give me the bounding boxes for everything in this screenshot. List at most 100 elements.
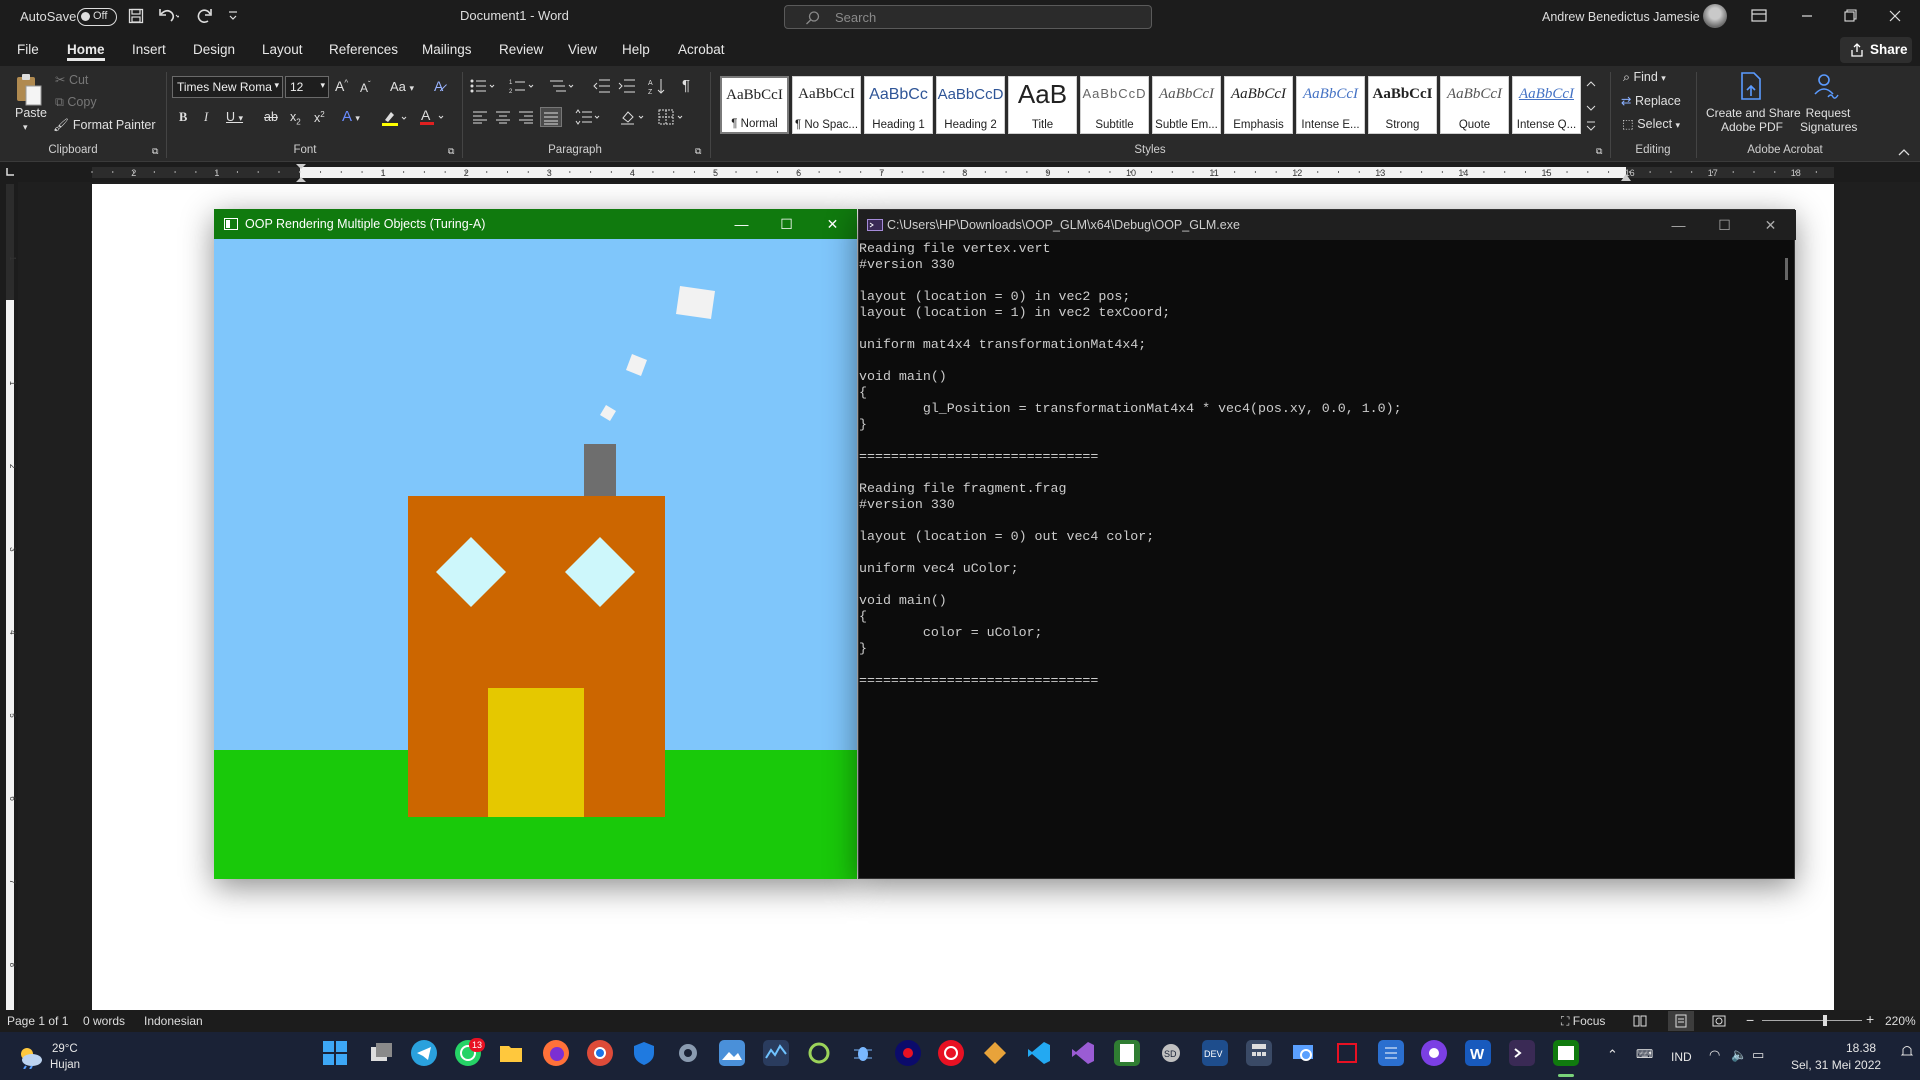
performance-monitor-icon[interactable]: [763, 1040, 789, 1066]
console-titlebar[interactable]: C:\Users\HP\Downloads\OOP_GLM\x64\Debug\…: [859, 210, 1796, 240]
tab-view[interactable]: View: [568, 42, 597, 57]
numbering-icon[interactable]: 12: [509, 78, 537, 94]
weather-desc[interactable]: Hujan: [50, 1059, 80, 1071]
settings-icon[interactable]: [675, 1040, 701, 1066]
app-orb-icon[interactable]: [895, 1040, 921, 1066]
opengl-task-icon[interactable]: [1553, 1040, 1579, 1066]
change-case-button[interactable]: Aa ▾: [390, 79, 414, 94]
notepad-icon[interactable]: [1378, 1040, 1404, 1066]
underline-icon[interactable]: U ▾: [226, 110, 243, 124]
chrome-icon[interactable]: [587, 1040, 613, 1066]
indent-marker-icon[interactable]: [296, 164, 306, 182]
superscript-icon[interactable]: x2: [314, 110, 325, 125]
weather-icon[interactable]: [16, 1043, 44, 1069]
tab-references[interactable]: References: [329, 42, 398, 57]
photos-icon[interactable]: [719, 1040, 745, 1066]
redo-icon[interactable]: [196, 7, 214, 25]
tab-mailings[interactable]: Mailings: [422, 42, 472, 57]
autosave-toggle[interactable]: Off: [77, 8, 117, 26]
tab-design[interactable]: Design: [193, 42, 235, 57]
volume-icon[interactable]: 🔈: [1731, 1047, 1747, 1063]
recorder-icon[interactable]: [938, 1040, 964, 1066]
style-subtitle[interactable]: AaBbCcD Subtitle: [1080, 76, 1149, 134]
git-icon[interactable]: [982, 1040, 1008, 1066]
font-size-field[interactable]: 12 ▾: [285, 76, 329, 98]
input-language[interactable]: IND: [1671, 1050, 1692, 1064]
gl-maximize-icon[interactable]: ☐: [764, 209, 809, 239]
font-launcher-icon[interactable]: ⧉: [448, 146, 454, 157]
read-mode-icon[interactable]: [1633, 1014, 1647, 1028]
console-output[interactable]: Reading file vertex.vert #version 330 layo…: [859, 240, 1779, 878]
show-formatting-icon[interactable]: ¶: [682, 77, 690, 94]
style-intense-quote[interactable]: AaBbCcI Intense Q...: [1512, 76, 1581, 134]
create-share-pdf-button[interactable]: Create and Share Adobe PDF: [1706, 106, 1801, 134]
clear-formatting-icon[interactable]: A̷: [434, 78, 443, 94]
wifi-icon[interactable]: ◠: [1709, 1047, 1720, 1063]
gl-minimize-icon[interactable]: —: [719, 209, 764, 239]
create-pdf-icon[interactable]: [1738, 72, 1764, 100]
word-count[interactable]: 0 words: [83, 1014, 125, 1028]
font-color-icon[interactable]: A: [419, 108, 447, 126]
shrink-font-icon[interactable]: Aˇ: [360, 80, 371, 95]
zoom-out-icon[interactable]: −: [1746, 1012, 1754, 1028]
copy-button[interactable]: ⧉ Copy: [55, 95, 97, 110]
zoom-in-icon[interactable]: +: [1866, 1011, 1874, 1027]
tab-acrobat[interactable]: Acrobat: [678, 42, 725, 57]
zoom-level[interactable]: 220%: [1885, 1014, 1916, 1028]
github-icon[interactable]: [1421, 1040, 1447, 1066]
italic-icon[interactable]: I: [204, 110, 208, 125]
console-task-icon[interactable]: [1509, 1040, 1535, 1066]
keyboard-icon[interactable]: ⌨: [1636, 1047, 1653, 1061]
paragraph-launcher-icon[interactable]: ⧉: [695, 146, 701, 157]
search-app-icon[interactable]: [1290, 1040, 1316, 1066]
zoom-slider[interactable]: [1762, 1020, 1862, 1021]
paste-label[interactable]: Paste: [15, 106, 47, 120]
print-layout-icon[interactable]: [1668, 1011, 1694, 1031]
console-close-icon[interactable]: ✕: [1748, 210, 1793, 240]
bold-icon[interactable]: B: [179, 110, 187, 125]
shading-icon[interactable]: [620, 109, 648, 125]
multilevel-list-icon[interactable]: [549, 78, 577, 94]
tab-insert[interactable]: Insert: [132, 42, 166, 57]
console-maximize-icon[interactable]: ☐: [1702, 210, 1747, 240]
console-window[interactable]: C:\Users\HP\Downloads\OOP_GLM\x64\Debug\…: [858, 209, 1796, 879]
opengl-window-titlebar[interactable]: OOP Rendering Multiple Objects (Turing-A…: [214, 209, 857, 239]
restore-icon[interactable]: [1843, 8, 1857, 24]
undo-icon[interactable]: [157, 7, 179, 25]
firefox-icon[interactable]: [543, 1040, 569, 1066]
request-signatures-button[interactable]: Request Signatures: [1800, 106, 1857, 134]
gl-close-icon[interactable]: ✕: [810, 209, 855, 239]
styles-launcher-icon[interactable]: ⧉: [1596, 146, 1602, 157]
opengl-window[interactable]: OOP Rendering Multiple Objects (Turing-A…: [214, 209, 857, 879]
tab-home[interactable]: Home: [67, 42, 105, 57]
style-heading-1[interactable]: AaBbCc Heading 1: [864, 76, 933, 134]
weather-temp[interactable]: 29°C: [52, 1043, 78, 1055]
style-quote[interactable]: AaBbCcI Quote: [1440, 76, 1509, 134]
style-normal[interactable]: AaBbCcI ¶ Normal: [720, 76, 789, 134]
calculator-icon[interactable]: [1246, 1040, 1272, 1066]
sort-icon[interactable]: AZ: [648, 77, 666, 95]
horizontal-ruler[interactable]: 21123456789101112131415161718: [0, 162, 1920, 182]
style-subtle-emphasis[interactable]: AaBbCcI Subtle Em...: [1152, 76, 1221, 134]
zoom-slider-thumb[interactable]: [1823, 1015, 1827, 1026]
collapse-ribbon-icon[interactable]: [1898, 148, 1910, 156]
search-input[interactable]: Search: [784, 5, 1152, 29]
format-painter-button[interactable]: 🖌 Format Painter: [53, 118, 156, 133]
ribbon-display-options-icon[interactable]: [1750, 8, 1768, 24]
snip-sketch-icon[interactable]: [1334, 1040, 1360, 1066]
telegram-icon[interactable]: [411, 1040, 437, 1066]
bullets-icon[interactable]: [470, 78, 498, 94]
style-intense-emphasis[interactable]: AaBbCcI Intense E...: [1296, 76, 1365, 134]
styles-scroll-arrows[interactable]: [1586, 78, 1596, 134]
share-button[interactable]: Share: [1840, 37, 1912, 63]
battery-icon[interactable]: ▭: [1752, 1047, 1764, 1063]
justify-button[interactable]: [540, 107, 562, 127]
tab-help[interactable]: Help: [622, 42, 650, 57]
sd-gear-icon[interactable]: SD: [1158, 1040, 1184, 1066]
notification-icon[interactable]: [1900, 1043, 1914, 1059]
console-minimize-icon[interactable]: —: [1656, 210, 1701, 240]
task-view-icon[interactable]: [368, 1040, 394, 1066]
style-heading-2[interactable]: AaBbCcD Heading 2: [936, 76, 1005, 134]
right-indent-marker-icon[interactable]: [1621, 174, 1631, 182]
word-icon[interactable]: W: [1465, 1040, 1491, 1066]
